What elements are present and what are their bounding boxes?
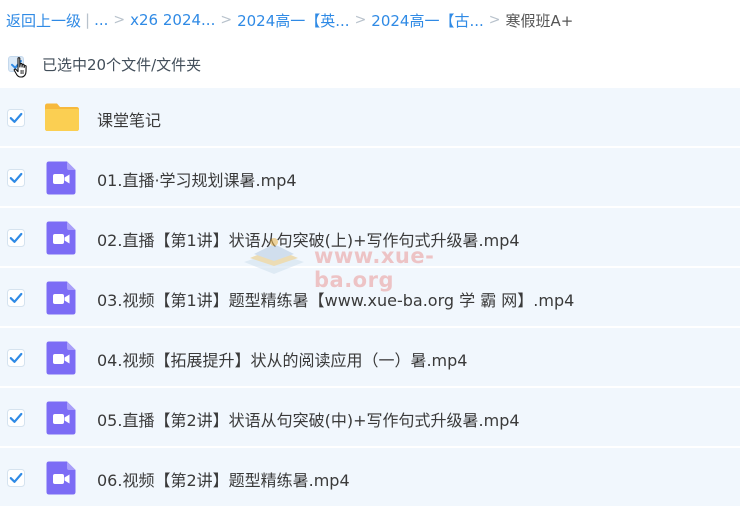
file-name[interactable]: 课堂笔记 [97, 107, 161, 131]
hand-cursor-icon [13, 57, 27, 78]
row-checkbox[interactable] [7, 349, 25, 367]
row-checkbox[interactable] [7, 169, 25, 187]
video-file-icon [46, 221, 76, 255]
row-checkbox[interactable] [7, 289, 25, 307]
file-row-video[interactable]: 06.视频【第2讲】题型精练暑.mp4 [0, 448, 740, 508]
file-name[interactable]: 02.直播【第1讲】状语从句突破(上)+写作句式升级暑.mp4 [97, 227, 520, 251]
chevron-right-icon: > [113, 12, 126, 28]
chevron-right-icon: > [354, 12, 367, 28]
file-name[interactable]: 04.视频【拓展提升】状从的阅读应用（一）暑.mp4 [97, 347, 467, 371]
row-checkbox[interactable] [7, 469, 25, 487]
file-name[interactable]: 01.直播·学习规划课暑.mp4 [97, 167, 297, 191]
file-browser: 返回上一级 | ... > x26 2024... > 2024高一【英... … [0, 0, 740, 512]
file-row-video[interactable]: 04.视频【拓展提升】状从的阅读应用（一）暑.mp4 [0, 328, 740, 388]
breadcrumb-item-3[interactable]: 2024高一【古... [371, 10, 483, 31]
breadcrumb-ellipsis[interactable]: ... [94, 11, 108, 29]
breadcrumb: 返回上一级 | ... > x26 2024... > 2024高一【英... … [6, 8, 573, 32]
breadcrumb-current: 寒假班A+ [505, 11, 574, 30]
chevron-right-icon: > [220, 12, 233, 28]
breadcrumb-divider: | [85, 11, 91, 29]
file-row-video[interactable]: 03.视频【第1讲】题型精练暑【www.xue-ba.org 学 霸 网】.mp… [0, 268, 740, 328]
selection-summary: 已选中20个文件/文件夹 [42, 56, 202, 74]
file-row-video[interactable]: 05.直播【第2讲】状语从句突破(中)+写作句式升级暑.mp4 [0, 388, 740, 448]
row-checkbox[interactable] [7, 109, 25, 127]
video-file-icon [46, 461, 76, 495]
video-file-icon [46, 161, 76, 195]
file-row-folder[interactable]: 课堂笔记 [0, 88, 740, 148]
file-row-video[interactable]: 01.直播·学习规划课暑.mp4 [0, 148, 740, 208]
video-file-icon [46, 341, 76, 375]
file-list: 课堂笔记 01.直播·学习规划课暑.mp4 02.直播【第1讲】状语从句突破(上… [0, 88, 740, 508]
file-name[interactable]: 03.视频【第1讲】题型精练暑【www.xue-ba.org 学 霸 网】.mp… [97, 287, 574, 311]
file-row-video[interactable]: 02.直播【第1讲】状语从句突破(上)+写作句式升级暑.mp4 [0, 208, 740, 268]
breadcrumb-item-2[interactable]: 2024高一【英... [237, 10, 349, 31]
file-name[interactable]: 06.视频【第2讲】题型精练暑.mp4 [97, 467, 350, 491]
back-link[interactable]: 返回上一级 [6, 10, 81, 31]
breadcrumb-item-1[interactable]: x26 2024... [130, 11, 215, 29]
video-file-icon [46, 281, 76, 315]
row-checkbox[interactable] [7, 229, 25, 247]
folder-icon [45, 103, 79, 131]
video-file-icon [46, 401, 76, 435]
chevron-right-icon: > [488, 12, 501, 28]
file-name[interactable]: 05.直播【第2讲】状语从句突破(中)+写作句式升级暑.mp4 [97, 407, 520, 431]
row-checkbox[interactable] [7, 409, 25, 427]
selection-bar: 已选中20个文件/文件夹 [0, 50, 740, 80]
